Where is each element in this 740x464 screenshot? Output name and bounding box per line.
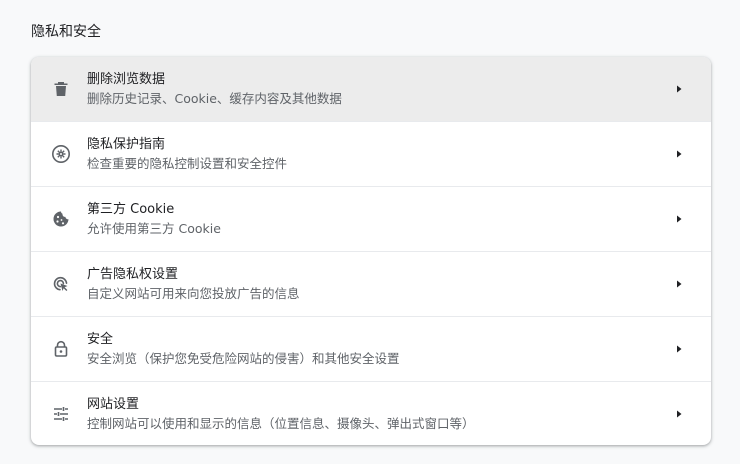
tune-icon [51,404,71,424]
arrow-right-icon [669,79,689,99]
arrow-right-icon [669,339,689,359]
row-title: 安全 [87,332,114,347]
arrow-right-icon [669,144,689,164]
clear-browsing-data-row[interactable]: 删除浏览数据 删除历史记录、Cookie、缓存内容及其他数据 [31,57,711,121]
privacy-security-card: 删除浏览数据 删除历史记录、Cookie、缓存内容及其他数据 隐私保护指南 检查… [31,57,711,445]
row-subtitle: 自定义网站可用来向您投放广告的信息 [87,286,300,301]
privacy-guide-row[interactable]: 隐私保护指南 检查重要的隐私控制设置和安全控件 [31,121,711,186]
lock-icon [51,339,71,359]
privacy-guide-icon [51,144,71,164]
section-title: 隐私和安全 [31,24,101,40]
cookie-icon [51,209,71,229]
row-subtitle: 安全浏览（保护您免受危险网站的侵害）和其他安全设置 [87,351,400,366]
security-row[interactable]: 安全 安全浏览（保护您免受危险网站的侵害）和其他安全设置 [31,316,711,381]
row-title: 广告隐私权设置 [87,267,179,282]
arrow-right-icon [669,404,689,424]
trash-icon [51,79,71,99]
row-subtitle: 允许使用第三方 Cookie [87,221,221,236]
row-subtitle: 删除历史记录、Cookie、缓存内容及其他数据 [87,91,342,106]
row-title: 网站设置 [87,397,140,412]
row-title: 删除浏览数据 [87,72,166,87]
site-settings-row[interactable]: 网站设置 控制网站可以使用和显示的信息（位置信息、摄像头、弹出式窗口等） [31,381,711,445]
row-title: 第三方 Cookie [87,202,175,217]
third-party-cookies-row[interactable]: 第三方 Cookie 允许使用第三方 Cookie [31,186,711,251]
arrow-right-icon [669,274,689,294]
row-subtitle: 控制网站可以使用和显示的信息（位置信息、摄像头、弹出式窗口等） [87,416,475,431]
row-title: 隐私保护指南 [87,137,166,152]
row-subtitle: 检查重要的隐私控制设置和安全控件 [87,156,288,171]
ad-privacy-row[interactable]: 广告隐私权设置 自定义网站可用来向您投放广告的信息 [31,251,711,316]
arrow-right-icon [669,209,689,229]
ad-privacy-icon [51,274,71,294]
